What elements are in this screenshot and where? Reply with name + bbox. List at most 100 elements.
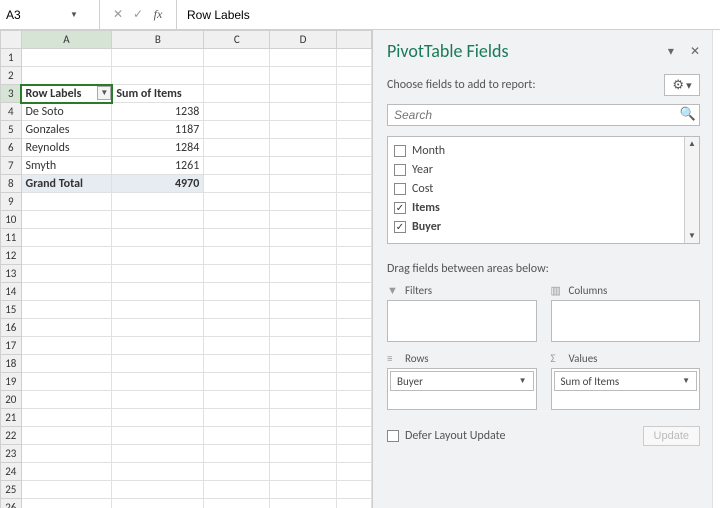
col-header-C[interactable]: C xyxy=(204,31,270,49)
field-item-buyer[interactable]: Buyer xyxy=(394,217,678,236)
values-drop-zone[interactable]: Sum of Items ▼ xyxy=(551,368,701,410)
cell[interactable]: 1187 xyxy=(112,121,204,139)
row-header[interactable]: 16 xyxy=(1,319,22,337)
area-title-label: Values xyxy=(569,352,598,365)
area-title-label: Columns xyxy=(569,284,608,297)
cell[interactable]: De Soto xyxy=(21,103,112,121)
search-input[interactable] xyxy=(387,104,700,126)
choose-fields-label: Choose fields to add to report: xyxy=(387,78,536,92)
row-header[interactable]: 8 xyxy=(1,175,22,193)
enter-icon[interactable]: ✓ xyxy=(130,7,146,22)
row-header[interactable]: 5 xyxy=(1,121,22,139)
cell[interactable]: Smyth xyxy=(21,157,112,175)
row-header[interactable]: 24 xyxy=(1,463,22,481)
row-header[interactable]: 25 xyxy=(1,481,22,499)
defer-checkbox[interactable] xyxy=(387,430,399,442)
row-header[interactable]: 22 xyxy=(1,427,22,445)
insert-function-icon[interactable]: fx xyxy=(150,7,166,22)
field-checkbox[interactable] xyxy=(394,145,406,157)
col-header-A[interactable]: A xyxy=(21,31,112,49)
name-box-wrap: ▼ xyxy=(0,0,100,29)
cell-A3[interactable]: Row Labels ▼ xyxy=(21,85,112,103)
update-button[interactable]: Update xyxy=(643,426,700,446)
field-item-cost[interactable]: Cost xyxy=(394,179,678,198)
field-list: Month Year Cost Items Buyer ▲ ▼ xyxy=(387,136,700,244)
pane-title: PivotTable Fields xyxy=(387,40,509,62)
field-item-items[interactable]: Items xyxy=(394,198,678,217)
scroll-down-icon[interactable]: ▼ xyxy=(688,229,696,243)
area-filters: ▼Filters xyxy=(387,284,537,342)
cell-B3[interactable]: Sum of Items xyxy=(112,85,204,103)
row-header[interactable]: 19 xyxy=(1,373,22,391)
field-checkbox[interactable] xyxy=(394,164,406,176)
rows-field-chip[interactable]: Buyer ▼ xyxy=(390,371,534,391)
row-header[interactable]: 11 xyxy=(1,229,22,247)
chevron-down-icon: ▼ xyxy=(682,376,690,386)
area-values: Σ Values Sum of Items ▼ xyxy=(551,352,701,410)
row-header[interactable]: 14 xyxy=(1,283,22,301)
row-header[interactable]: 15 xyxy=(1,301,22,319)
row-header[interactable]: 3 xyxy=(1,85,22,103)
field-checkbox[interactable] xyxy=(394,221,406,233)
row-header[interactable]: 10 xyxy=(1,211,22,229)
cell-grand-label[interactable]: Grand Total xyxy=(21,175,112,193)
columns-drop-zone[interactable] xyxy=(551,300,701,342)
close-icon[interactable]: ✕ xyxy=(690,44,700,59)
row-header[interactable]: 2 xyxy=(1,67,22,85)
row-header[interactable]: 17 xyxy=(1,337,22,355)
field-label: Cost xyxy=(412,182,433,196)
formula-input[interactable] xyxy=(177,0,720,29)
search-icon[interactable]: 🔍 xyxy=(680,107,696,122)
fields-layout-button[interactable]: ⚙ ▾ xyxy=(664,74,700,96)
col-header-D[interactable]: D xyxy=(270,31,336,49)
field-list-scrollbar[interactable]: ▲ ▼ xyxy=(684,137,699,243)
field-label: Year xyxy=(412,163,433,177)
row-header[interactable]: 18 xyxy=(1,355,22,373)
row-header[interactable]: 6 xyxy=(1,139,22,157)
row-header[interactable]: 12 xyxy=(1,247,22,265)
field-checkbox[interactable] xyxy=(394,183,406,195)
cell[interactable]: 1284 xyxy=(112,139,204,157)
area-rows: ≡ Rows Buyer ▼ xyxy=(387,352,537,410)
field-label: Buyer xyxy=(412,220,441,234)
row-header[interactable]: 4 xyxy=(1,103,22,121)
field-item-month[interactable]: Month xyxy=(394,141,678,160)
row-header[interactable]: 7 xyxy=(1,157,22,175)
name-box[interactable] xyxy=(6,6,66,24)
pivot-fields-pane: PivotTable Fields ▾ ✕ Choose fields to a… xyxy=(372,30,712,508)
row-header[interactable]: 23 xyxy=(1,445,22,463)
row-header[interactable]: 26 xyxy=(1,499,22,508)
worksheet[interactable]: A B C D 1 2 3 Row Labels ▼ Sum of Items xyxy=(0,30,372,508)
field-item-year[interactable]: Year xyxy=(394,160,678,179)
cell[interactable]: 1261 xyxy=(112,157,204,175)
row-header[interactable]: 1 xyxy=(1,49,22,67)
right-gutter xyxy=(712,30,720,508)
filters-drop-zone[interactable] xyxy=(387,300,537,342)
select-all-corner[interactable] xyxy=(1,31,22,49)
field-checkbox[interactable] xyxy=(394,202,406,214)
filter-dropdown-icon[interactable]: ▼ xyxy=(97,86,111,100)
cell[interactable]: Gonzales xyxy=(21,121,112,139)
cell[interactable]: Reynolds xyxy=(21,139,112,157)
area-title-label: Rows xyxy=(405,352,429,365)
row-header[interactable]: 20 xyxy=(1,391,22,409)
field-label: Month xyxy=(412,144,445,158)
area-columns: ▥Columns xyxy=(551,284,701,342)
row-header[interactable]: 21 xyxy=(1,409,22,427)
cancel-icon[interactable]: ✕ xyxy=(110,7,126,22)
rows-drop-zone[interactable]: Buyer ▼ xyxy=(387,368,537,410)
pane-menu-icon[interactable]: ▾ xyxy=(668,44,674,59)
name-box-dropdown-icon[interactable]: ▼ xyxy=(66,10,82,20)
area-title-label: Filters xyxy=(405,284,432,297)
cell-grand-value[interactable]: 4970 xyxy=(112,175,204,193)
pivot-row-labels-header: Row Labels xyxy=(26,87,82,101)
row-header[interactable]: 9 xyxy=(1,193,22,211)
rows-icon: ≡ xyxy=(387,352,399,365)
row-header[interactable]: 13 xyxy=(1,265,22,283)
values-icon: Σ xyxy=(551,352,563,365)
col-header-B[interactable]: B xyxy=(112,31,204,49)
scroll-up-icon[interactable]: ▲ xyxy=(688,137,696,151)
cell[interactable]: 1238 xyxy=(112,103,204,121)
chevron-down-icon: ▾ xyxy=(686,79,692,92)
values-field-chip[interactable]: Sum of Items ▼ xyxy=(554,371,698,391)
